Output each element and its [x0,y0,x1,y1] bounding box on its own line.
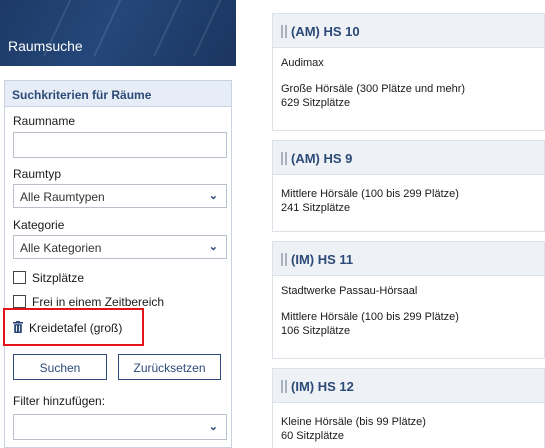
result-card-header[interactable]: (IM) HS 12 [273,369,544,403]
zeitbereich-label: Frei in einem Zeitbereich [32,295,165,309]
sitzplaetze-checkbox[interactable] [13,271,26,284]
result-title[interactable]: (IM) HS 11 [291,252,353,267]
result-card[interactable]: (AM) HS 10 Audimax Große Hörsäle (300 Pl… [272,13,545,131]
raumtyp-select[interactable]: Alle Raumtypen ⌄ [13,184,227,208]
result-line: Mittlere Hörsäle (100 bis 299 Plätze) [281,311,459,323]
result-card-body: Mittlere Hörsäle (100 bis 299 Plätze) 24… [273,175,544,215]
zeitbereich-checkbox[interactable] [13,295,26,308]
page-title: Raumsuche [8,38,83,54]
result-line: Audimax [281,57,324,69]
drag-handle-icon [281,152,287,165]
result-card-header[interactable]: (IM) HS 11 [273,242,544,276]
result-card-header[interactable]: (AM) HS 10 [273,14,544,48]
result-card[interactable]: (IM) HS 11 Stadtwerke Passau-Hörsaal Mit… [272,241,545,359]
result-line: Stadtwerke Passau-Hörsaal [281,285,418,297]
result-title[interactable]: (AM) HS 10 [291,24,360,39]
add-filter-select[interactable]: ⌄ [13,414,227,440]
result-title[interactable]: (IM) HS 12 [291,379,354,394]
raumtyp-label: Raumtyp [13,167,62,181]
result-line: Mittlere Hörsäle (100 bis 299 Plätze) [281,188,459,200]
raumname-input[interactable] [13,132,227,158]
result-card-body: Kleine Hörsäle (bis 99 Plätze) 60 Sitzpl… [273,403,544,443]
chevron-down-icon: ⌄ [208,190,218,202]
sitzplaetze-label: Sitzplätze [32,271,85,285]
result-title[interactable]: (AM) HS 9 [291,151,352,166]
reset-button[interactable]: Zurücksetzen [118,354,221,380]
drag-handle-icon [281,380,287,393]
page-banner: Raumsuche [0,0,236,66]
search-criteria-panel: Suchkriterien für Räume Raumname Raumtyp… [4,80,232,448]
raumtyp-select-value: Alle Raumtypen [20,190,105,204]
result-card-body: Stadtwerke Passau-Hörsaal Mittlere Hörsä… [273,276,544,338]
result-card[interactable]: (IM) HS 12 Kleine Hörsäle (bis 99 Plätze… [272,368,545,448]
raumname-label: Raumname [13,114,76,128]
kategorie-select[interactable]: Alle Kategorien ⌄ [13,235,227,259]
kategorie-label: Kategorie [13,218,65,232]
chevron-down-icon: ⌄ [208,421,218,433]
drag-handle-icon [281,25,287,38]
result-line: Kleine Hörsäle (bis 99 Plätze) [281,416,426,428]
result-line: 106 Sitzplätze [281,325,351,337]
result-card-header[interactable]: (AM) HS 9 [273,141,544,175]
drag-handle-icon [281,253,287,266]
add-filter-label: Filter hinzufügen: [13,394,106,408]
sitzplaetze-checkbox-row[interactable]: Sitzplätze [13,271,84,287]
result-line: 629 Sitzplätze [281,97,351,109]
kategorie-select-value: Alle Kategorien [20,241,102,255]
result-line: Große Hörsäle (300 Plätze und mehr) [281,83,466,95]
panel-title: Suchkriterien für Räume [5,81,231,107]
result-line: 60 Sitzplätze [281,430,344,442]
result-card[interactable]: (AM) HS 9 Mittlere Hörsäle (100 bis 299 … [272,140,545,232]
result-line: 241 Sitzplätze [281,202,351,214]
highlight-box [3,308,144,346]
search-button[interactable]: Suchen [13,354,107,380]
chevron-down-icon: ⌄ [208,241,218,253]
result-card-body: Audimax Große Hörsäle (300 Plätze und me… [273,48,544,110]
